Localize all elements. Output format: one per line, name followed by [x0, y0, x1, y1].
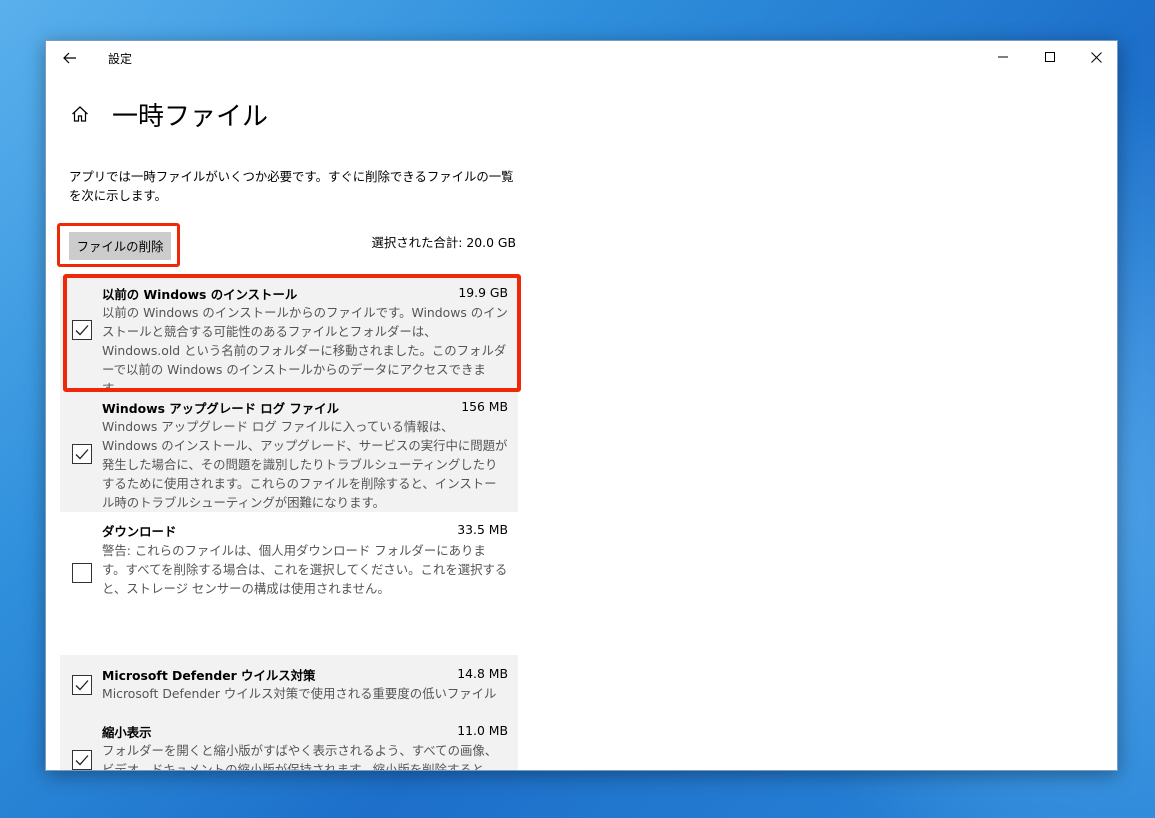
- list-item[interactable]: Windows アップグレード ログ ファイル 156 MB Windows ア…: [60, 389, 518, 512]
- page-header: 一時ファイル: [68, 96, 268, 132]
- maximize-button[interactable]: [1027, 41, 1073, 73]
- item-size: 11.0 MB: [457, 723, 508, 738]
- checkmark-icon: [75, 449, 89, 460]
- settings-window: 設定 一時ファイル アプリでは一時ファイルがいくつか必要です。すぐに削除できるフ…: [45, 40, 1118, 771]
- item-size: 156 MB: [461, 399, 508, 414]
- item-title: 縮小表示: [102, 725, 152, 740]
- window-title: 設定: [108, 52, 133, 66]
- item-title: ダウンロード: [102, 524, 177, 539]
- item-description: Microsoft Defender ウイルス対策で使用される重要度の低いファイ…: [102, 686, 497, 701]
- page-title: 一時ファイル: [112, 101, 269, 132]
- item-checkbox[interactable]: [72, 320, 92, 340]
- delete-files-button[interactable]: ファイルの削除: [69, 232, 171, 260]
- home-button[interactable]: [68, 102, 92, 126]
- list-item[interactable]: 以前の Windows のインストール 19.9 GB 以前の Windows …: [60, 276, 518, 396]
- page-description: アプリでは一時ファイルがいくつか必要です。すぐに削除できるファイルの一覧を次に示…: [69, 169, 514, 203]
- title-bar: 設定: [46, 41, 1117, 73]
- item-size: 33.5 MB: [457, 522, 508, 537]
- item-title: 以前の Windows のインストール: [102, 287, 298, 302]
- minimize-button[interactable]: [980, 41, 1026, 73]
- maximize-icon: [1045, 52, 1055, 62]
- item-title: Windows アップグレード ログ ファイル: [102, 401, 339, 416]
- close-button[interactable]: [1073, 41, 1117, 73]
- checkmark-icon: [75, 325, 89, 336]
- item-description: Windows アップグレード ログ ファイルに入っている情報は、Windows…: [102, 419, 508, 510]
- checkmark-icon: [75, 680, 89, 691]
- checkmark-icon: [75, 755, 89, 766]
- selected-total: 選択された合計: 20.0 GB: [371, 235, 516, 250]
- item-checkbox[interactable]: [72, 750, 92, 770]
- list-item[interactable]: ダウンロード 33.5 MB 警告: これらのファイルは、個人用ダウンロード フ…: [60, 512, 518, 655]
- item-description: 警告: これらのファイルは、個人用ダウンロード フォルダーにあります。すべてを削…: [102, 543, 508, 596]
- item-title: Microsoft Defender ウイルス対策: [102, 668, 316, 683]
- back-button[interactable]: [56, 45, 84, 71]
- list-item[interactable]: Microsoft Defender ウイルス対策 14.8 MB Micros…: [60, 655, 518, 714]
- item-description: フォルダーを開くと縮小版がすばやく表示されるよう、すべての画像、ビデオ、ドキュメ…: [102, 743, 498, 771]
- item-size: 19.9 GB: [458, 285, 508, 300]
- home-icon: [72, 106, 88, 122]
- item-size: 14.8 MB: [457, 666, 508, 681]
- item-checkbox[interactable]: [72, 675, 92, 695]
- item-checkbox[interactable]: [72, 563, 92, 583]
- temp-file-list: 以前の Windows のインストール 19.9 GB 以前の Windows …: [60, 276, 518, 771]
- close-icon: [1090, 51, 1102, 63]
- minimize-icon: [998, 56, 1008, 58]
- back-arrow-icon: [63, 52, 76, 64]
- list-item[interactable]: 縮小表示 11.0 MB フォルダーを開くと縮小版がすばやく表示されるよう、すべ…: [60, 714, 518, 771]
- item-checkbox[interactable]: [72, 444, 92, 464]
- item-description: 以前の Windows のインストールからのファイルです。Windows のイン…: [102, 305, 508, 396]
